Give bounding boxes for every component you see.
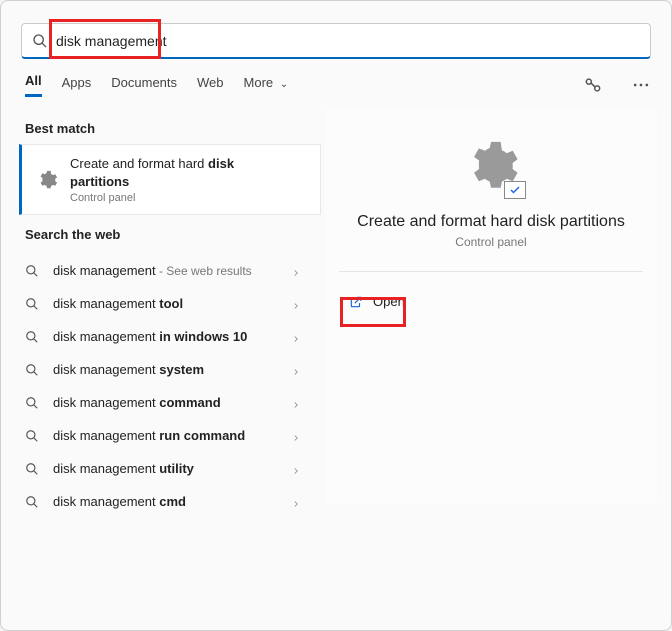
content-area: Best match Create and format hard disk p… <box>1 109 671 518</box>
chevron-right-icon <box>291 365 301 375</box>
search-icon <box>32 33 48 49</box>
preview-title: Create and format hard disk partitions <box>357 213 625 231</box>
web-search-header: Search the web <box>5 215 321 250</box>
tab-all[interactable]: All <box>25 73 42 97</box>
best-match-title: Create and format hard disk partitions <box>70 155 234 190</box>
chevron-right-icon <box>291 431 301 441</box>
web-result-3[interactable]: disk management system <box>5 353 321 386</box>
web-results-list: disk management - See web results disk ma… <box>5 254 321 518</box>
search-bar[interactable] <box>21 23 651 59</box>
web-result-1[interactable]: disk management tool <box>5 287 321 320</box>
search-icon <box>25 330 39 344</box>
tab-apps[interactable]: Apps <box>62 75 92 96</box>
start-search-window: All Apps Documents Web More ⌄ Best match <box>0 0 672 631</box>
preview-gear-icon <box>462 137 520 195</box>
checkmark-badge-icon <box>504 181 526 199</box>
gear-icon <box>36 169 58 191</box>
web-result-text: disk management system <box>53 362 291 377</box>
web-result-text: disk management utility <box>53 461 291 476</box>
web-result-text: disk management run command <box>53 428 291 443</box>
web-result-text: disk management - See web results <box>53 263 291 278</box>
tab-web[interactable]: Web <box>197 75 224 96</box>
connector-icon[interactable] <box>583 75 603 95</box>
results-panel: Best match Create and format hard disk p… <box>1 109 321 518</box>
best-match-header: Best match <box>5 109 321 144</box>
web-result-5[interactable]: disk management run command <box>5 419 321 452</box>
search-icon <box>25 297 39 311</box>
preview-subtitle: Control panel <box>455 235 526 249</box>
web-result-6[interactable]: disk management utility <box>5 452 321 485</box>
web-result-7[interactable]: disk management cmd <box>5 485 321 518</box>
web-result-text: disk management cmd <box>53 494 291 509</box>
chevron-right-icon <box>291 464 301 474</box>
best-match-subtitle: Control panel <box>70 192 234 204</box>
web-result-text: disk management command <box>53 395 291 410</box>
web-result-2[interactable]: disk management in windows 10 <box>5 320 321 353</box>
tab-documents[interactable]: Documents <box>111 75 177 96</box>
search-icon <box>25 363 39 377</box>
search-icon <box>25 495 39 509</box>
web-result-4[interactable]: disk management command <box>5 386 321 419</box>
web-result-text: disk management in windows 10 <box>53 329 291 344</box>
more-options-icon[interactable] <box>631 75 651 95</box>
preview-actions: Open <box>339 286 643 317</box>
best-match-text: Create and format hard disk partitions C… <box>70 155 234 204</box>
filter-tabs: All Apps Documents Web More ⌄ <box>25 73 651 97</box>
search-icon <box>25 462 39 476</box>
chevron-right-icon <box>291 398 301 408</box>
divider <box>339 271 643 272</box>
preview-panel: Create and format hard disk partitions C… <box>325 109 657 504</box>
chevron-right-icon <box>291 332 301 342</box>
chevron-down-icon: ⌄ <box>280 79 288 90</box>
web-result-0[interactable]: disk management - See web results <box>5 254 321 287</box>
best-match-result[interactable]: Create and format hard disk partitions C… <box>19 144 321 215</box>
open-external-icon <box>349 295 363 309</box>
tab-more-label: More <box>244 75 274 90</box>
search-icon <box>25 264 39 278</box>
search-icon <box>25 429 39 443</box>
search-icon <box>25 396 39 410</box>
open-action[interactable]: Open <box>339 286 415 317</box>
open-label: Open <box>373 294 405 309</box>
tab-more[interactable]: More ⌄ <box>244 75 289 96</box>
chevron-right-icon <box>291 497 301 507</box>
search-input[interactable] <box>56 33 640 49</box>
chevron-right-icon <box>291 266 301 276</box>
web-result-text: disk management tool <box>53 296 291 311</box>
chevron-right-icon <box>291 299 301 309</box>
